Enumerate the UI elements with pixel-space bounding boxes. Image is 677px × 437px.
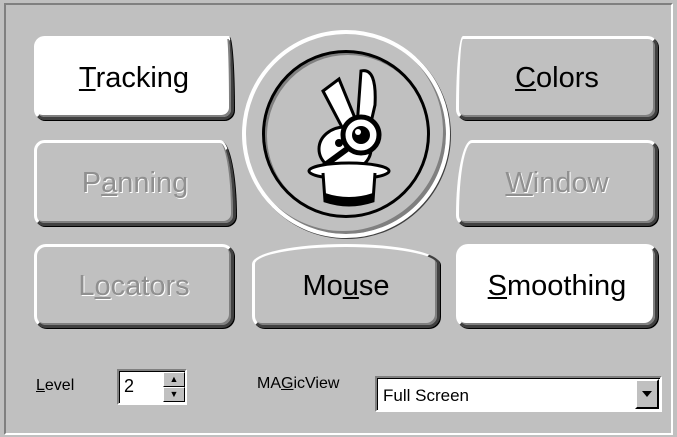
level-value[interactable]: 2 (124, 376, 134, 397)
colors-label: Colors (515, 61, 599, 94)
tracking-label: Tracking (78, 61, 190, 94)
mouse-button[interactable]: Mouse (252, 244, 440, 328)
panning-button[interactable]: Panning (34, 140, 236, 226)
magicview-label: MAGicView (257, 375, 340, 392)
triangle-down-icon[interactable] (635, 379, 659, 409)
tracking-button[interactable]: Tracking (34, 36, 234, 120)
logo-badge (242, 30, 450, 238)
level-spinner[interactable]: 2 ▲ ▼ (117, 369, 187, 405)
locators-button[interactable]: Locators (34, 244, 234, 328)
smoothing-button[interactable]: Smoothing (456, 244, 658, 328)
arrow-down-icon[interactable]: ▼ (163, 387, 185, 402)
rabbit-magnifier-top-hat-icon (262, 50, 430, 218)
colors-button[interactable]: Colors (456, 36, 658, 120)
locators-label: Locators (78, 269, 190, 302)
smoothing-label: Smoothing (487, 269, 627, 302)
level-label: Level (36, 377, 75, 394)
mouse-label: Mouse (302, 269, 390, 302)
window-button[interactable]: Window (456, 140, 658, 226)
magicview-value: Full Screen (383, 386, 469, 405)
window-label: Window (505, 166, 609, 199)
magicview-select[interactable]: Full Screen (375, 376, 662, 412)
panning-label: Panning (81, 166, 189, 199)
arrow-up-icon[interactable]: ▲ (163, 372, 185, 387)
